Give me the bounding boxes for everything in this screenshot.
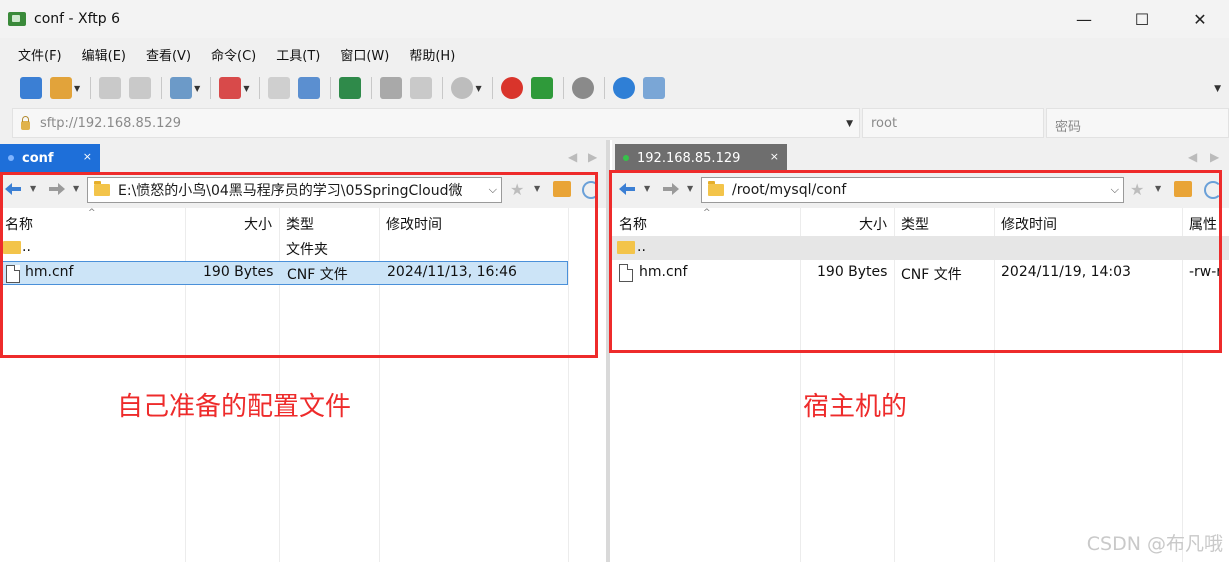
terminal-icon[interactable]: [219, 77, 242, 99]
watermark: CSDN @布凡哦: [1086, 533, 1223, 555]
host-address-input[interactable]: sftp://192.168.85.129 ▼: [12, 108, 860, 138]
xftp-icon[interactable]: [530, 77, 553, 99]
minimize-button[interactable]: —: [1055, 0, 1113, 38]
host-dropdown-icon[interactable]: ▼: [846, 119, 853, 129]
gear-icon[interactable]: [571, 77, 594, 99]
toolbar-divider: [491, 77, 493, 99]
host-address-placeholder: sftp://192.168.85.129: [40, 115, 181, 131]
menu-bar: 文件(F) 编辑(E) 查看(V) 命令(C) 工具(T) 窗口(W) 帮助(H…: [0, 38, 1229, 70]
toolbar-divider: [562, 77, 564, 99]
disconnect-icon[interactable]: [129, 77, 152, 99]
transfer-icon[interactable]: [339, 77, 362, 99]
new-session-icon[interactable]: [20, 77, 42, 99]
right-tab-strip: 192.168.85.129 × ◀ ▶: [612, 140, 1229, 172]
xshell-icon[interactable]: [500, 77, 523, 99]
settings-session-icon[interactable]: [170, 77, 193, 99]
chat-icon[interactable]: [642, 77, 665, 99]
menu-view[interactable]: 查看(V): [136, 45, 201, 64]
menu-help[interactable]: 帮助(H): [399, 45, 465, 64]
xftp-app-icon: [8, 12, 26, 26]
lock-icon: [21, 115, 30, 130]
paste-icon[interactable]: [298, 77, 321, 99]
help-icon[interactable]: [612, 77, 635, 99]
tab-close-icon[interactable]: ×: [83, 150, 92, 163]
log-off-icon[interactable]: [410, 77, 433, 99]
tab-label: 192.168.85.129: [637, 150, 741, 166]
annotation-box-left: [0, 172, 598, 358]
annotation-box-right: [609, 170, 1222, 353]
close-button[interactable]: ✕: [1171, 0, 1229, 38]
annotation-left-label: 自己准备的配置文件: [117, 392, 352, 422]
record-dropdown-icon[interactable]: ▼: [475, 84, 481, 93]
window-controls: — ☐ ✕: [1055, 0, 1229, 38]
tab-next-icon[interactable]: ▶: [1210, 150, 1219, 164]
settings-dropdown-icon[interactable]: ▼: [194, 84, 200, 93]
tab-status-dot: [623, 155, 629, 161]
maximize-button[interactable]: ☐: [1113, 0, 1171, 38]
menu-window[interactable]: 窗口(W): [330, 45, 399, 64]
log-icon[interactable]: [380, 77, 403, 99]
username-input[interactable]: root: [862, 108, 1044, 138]
tab-prev-icon[interactable]: ◀: [568, 150, 577, 164]
tab-prev-icon[interactable]: ◀: [1188, 150, 1197, 164]
menu-file[interactable]: 文件(F): [8, 45, 72, 64]
toolbar-divider: [161, 77, 163, 99]
toolbar-divider: [259, 77, 261, 99]
open-folder-icon[interactable]: [50, 77, 72, 99]
toolbar-divider: [210, 77, 212, 99]
toolbar-divider: [603, 77, 605, 99]
tab-close-icon[interactable]: ×: [770, 150, 779, 163]
toolbar-divider: [90, 77, 92, 99]
copy-icon[interactable]: [268, 77, 291, 99]
tab-remote-host[interactable]: 192.168.85.129 ×: [615, 144, 787, 172]
menu-tools[interactable]: 工具(T): [266, 45, 330, 64]
toolbar-overflow-icon[interactable]: ▼: [1214, 84, 1221, 94]
title-bar: conf - Xftp 6 — ☐ ✕: [0, 0, 1229, 38]
menu-edit[interactable]: 编辑(E): [72, 45, 136, 64]
password-input[interactable]: 密码: [1046, 108, 1229, 138]
record-icon[interactable]: [451, 77, 474, 99]
left-tab-strip: conf × ◀ ▶: [0, 140, 608, 172]
tab-status-dot: [8, 155, 14, 161]
toolbar-divider: [442, 77, 444, 99]
connect-icon[interactable]: [99, 77, 122, 99]
menu-command[interactable]: 命令(C): [201, 45, 266, 64]
address-bar: sftp://192.168.85.129 ▼ root 密码: [0, 106, 1229, 140]
toolbar-divider: [371, 77, 373, 99]
open-dropdown-icon[interactable]: ▼: [74, 84, 80, 93]
annotation-right-label: 宿主机的: [803, 392, 908, 422]
tab-local-conf[interactable]: conf ×: [0, 144, 100, 172]
toolbar-divider: [330, 77, 332, 99]
terminal-dropdown-icon[interactable]: ▼: [243, 84, 249, 93]
window-title: conf - Xftp 6: [34, 11, 121, 27]
tab-label: conf: [22, 150, 54, 166]
tab-next-icon[interactable]: ▶: [588, 150, 597, 164]
toolbar: ▼ ▼ ▼ ▼ ▼: [0, 70, 1229, 106]
